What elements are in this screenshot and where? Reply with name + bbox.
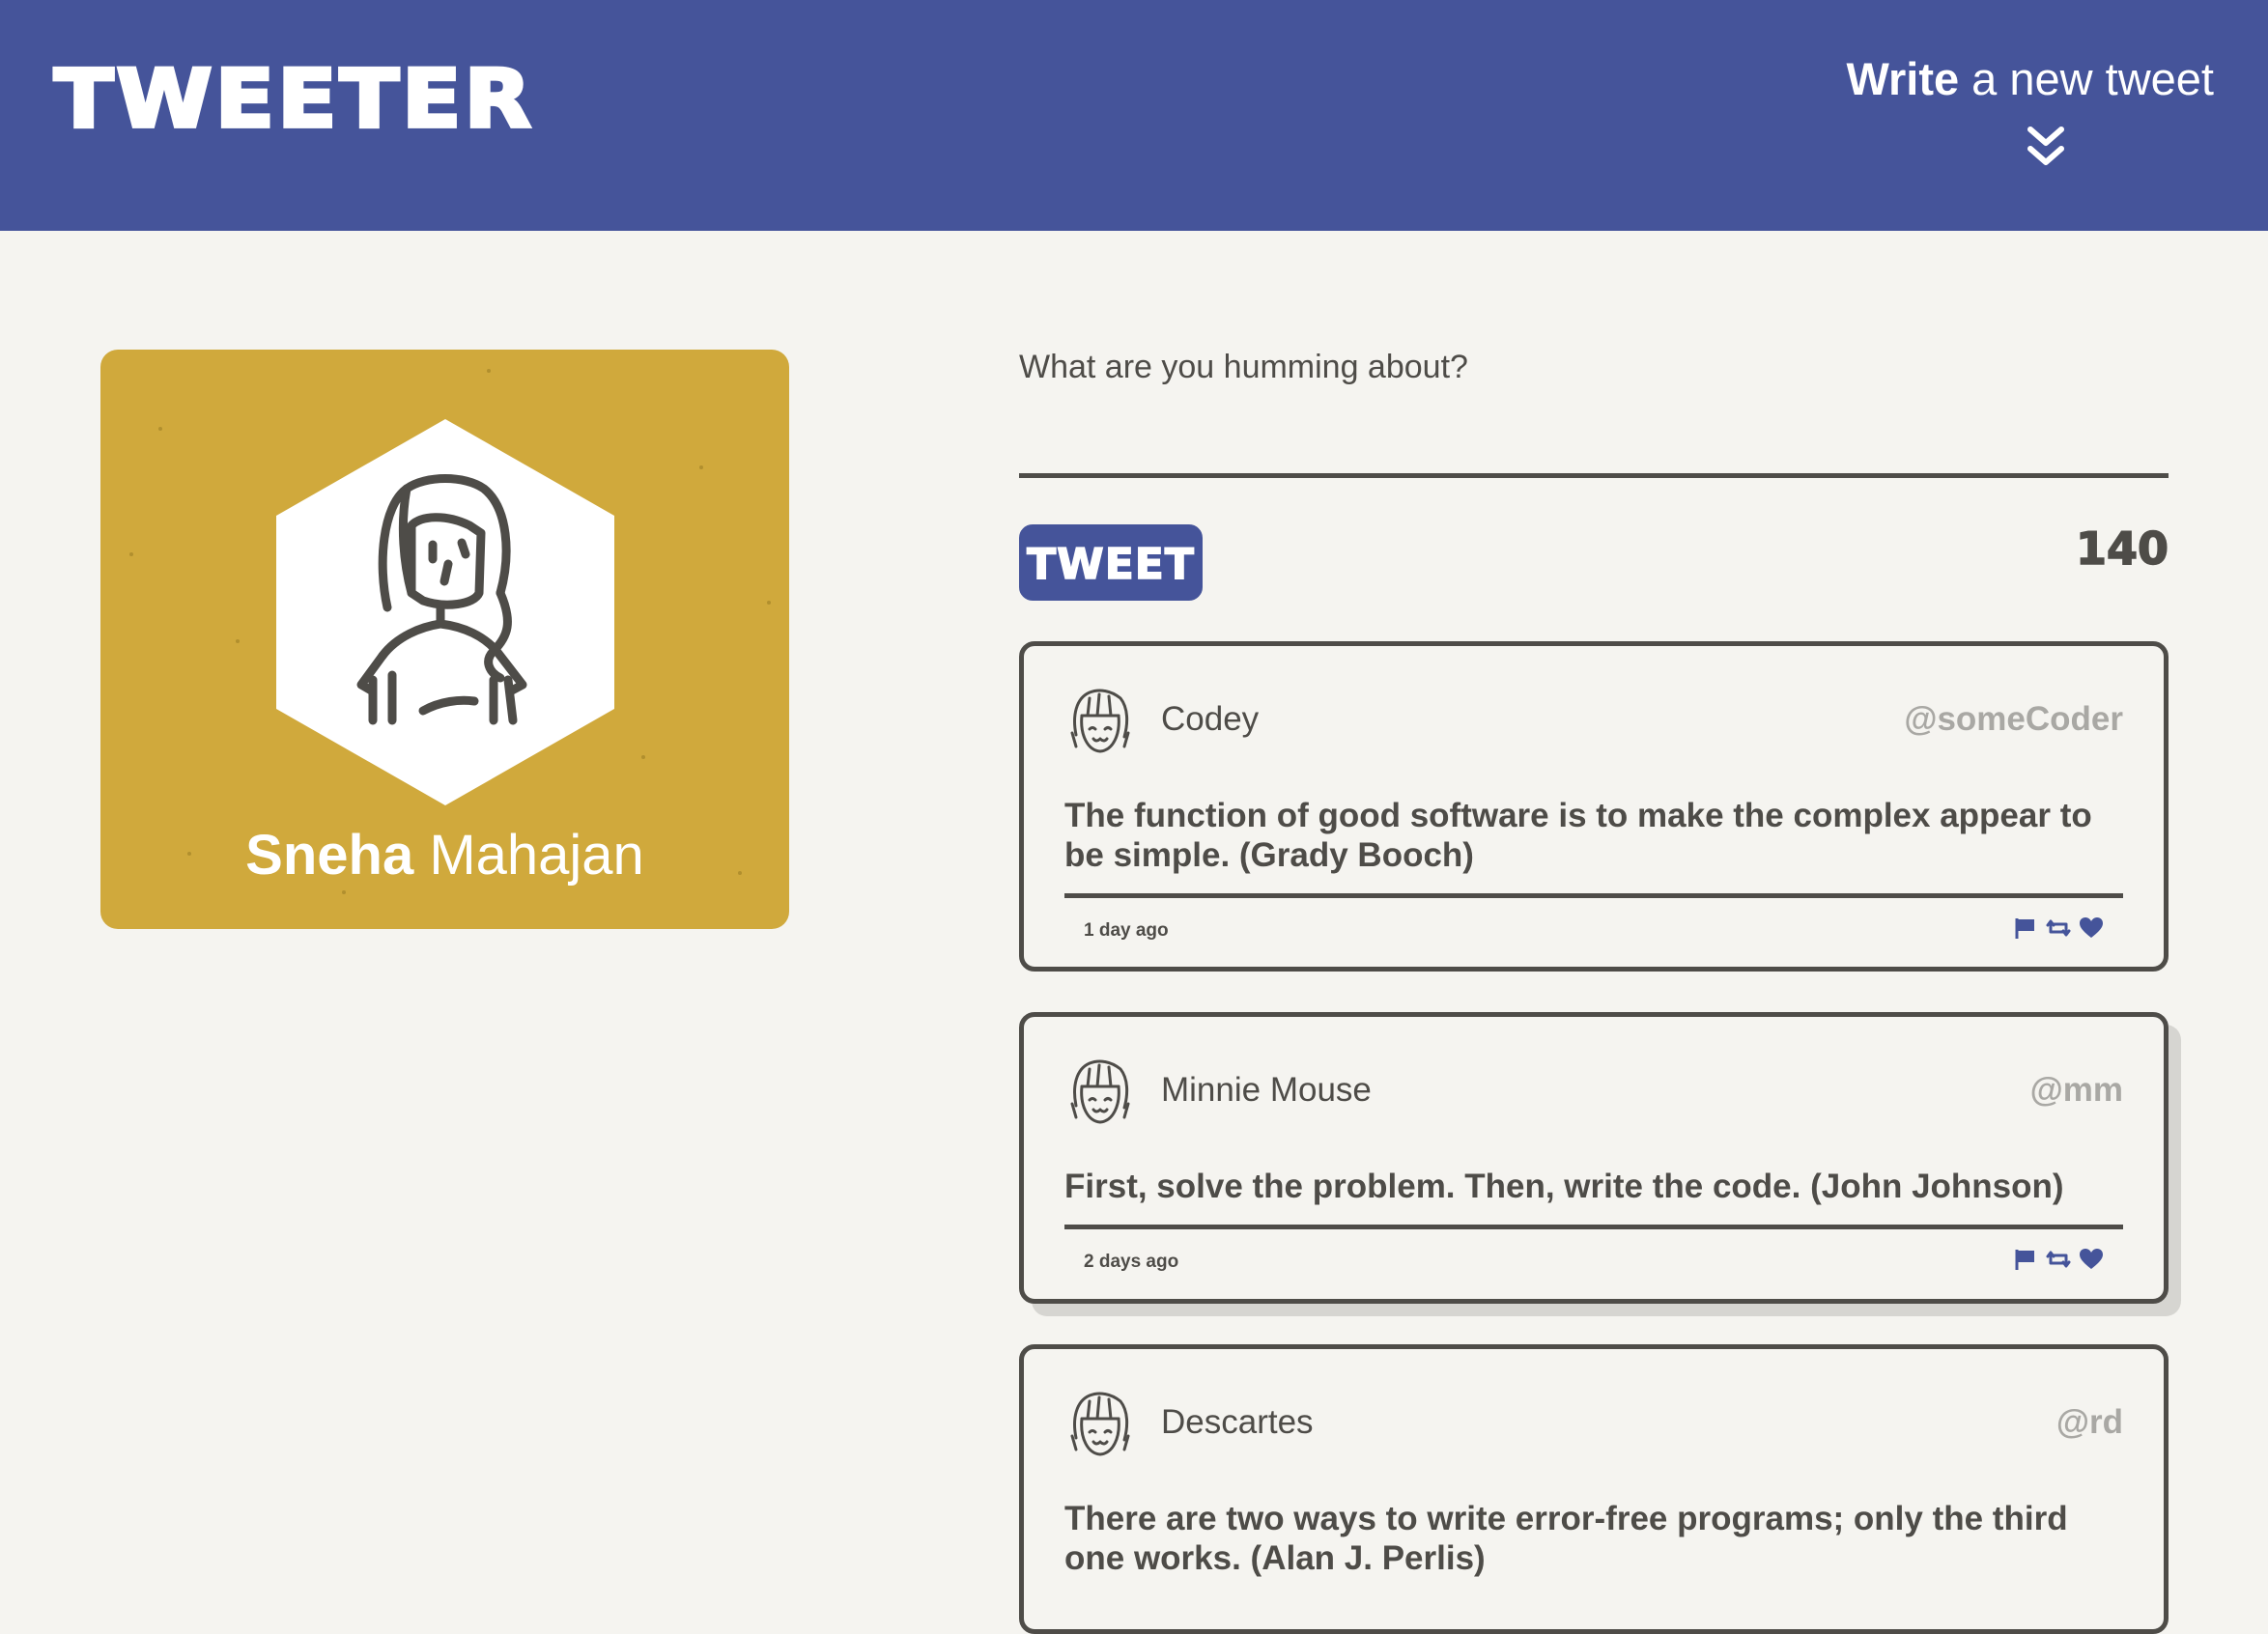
write-new-tweet-label: Write a new tweet (1846, 53, 2214, 104)
tweet-divider (1064, 893, 2123, 898)
tweet-text: The function of good software is to make… (1064, 797, 2092, 874)
tweet-actions (2013, 1248, 2104, 1271)
heart-icon[interactable] (2079, 1248, 2104, 1271)
write-new-tweet-toggle[interactable]: Write a new tweet (1808, 53, 2214, 165)
flag-icon[interactable] (2013, 916, 2038, 940)
tweet-timestamp: 1 day ago (1084, 920, 1169, 941)
tweet-text: There are two ways to write error-free p… (1064, 1500, 2068, 1577)
tweet-card: Descartes @rd There are two ways to writ… (1019, 1344, 2169, 1634)
user-avatar-icon (276, 419, 614, 805)
tweet-author-name: Minnie Mouse (1161, 1071, 1372, 1109)
tweet-text: First, solve the problem. Then, write th… (1064, 1168, 2064, 1205)
tweet-author-handle[interactable]: @someCoder (1904, 700, 2123, 739)
tweet-timestamp: 2 days ago (1084, 1252, 1179, 1272)
char-counter: 140 (2075, 521, 2169, 576)
heart-icon[interactable] (2079, 916, 2104, 940)
profile-name: Sneha Mahajan (100, 823, 789, 887)
retweet-icon[interactable] (2046, 1248, 2071, 1271)
new-tweet-form: TWEET 140 (1019, 343, 2169, 601)
tweet-actions (2013, 916, 2104, 940)
tweet-avatar-icon (1070, 1059, 1130, 1124)
tweet-text-input[interactable] (1019, 343, 2169, 478)
tweet-card: Minnie Mouse @mm First, solve the proble… (1019, 1012, 2169, 1304)
tweet-author-name: Descartes (1161, 1403, 1314, 1441)
top-nav: TWEETER Write a new tweet (0, 0, 2268, 231)
profile-first-name: Sneha (245, 824, 414, 887)
tweet-submit-button[interactable]: TWEET (1019, 524, 1203, 601)
tweet-author-handle[interactable]: @rd (2056, 1403, 2123, 1442)
tweet-author-handle[interactable]: @mm (2030, 1071, 2123, 1110)
app-logo: TWEETER (52, 52, 534, 147)
tweet-card: Codey @someCoder The function of good so… (1019, 641, 2169, 972)
retweet-icon[interactable] (2046, 916, 2071, 940)
tweet-avatar-icon (1070, 689, 1130, 753)
tweet-divider (1064, 1225, 2123, 1229)
tweet-avatar-icon (1070, 1392, 1130, 1456)
tweet-author-name: Codey (1161, 700, 1260, 738)
profile-card: Sneha Mahajan (100, 350, 789, 929)
profile-last-name: Mahajan (413, 824, 644, 887)
flag-icon[interactable] (2013, 1248, 2038, 1271)
double-chevron-down-icon[interactable] (2027, 126, 2065, 170)
